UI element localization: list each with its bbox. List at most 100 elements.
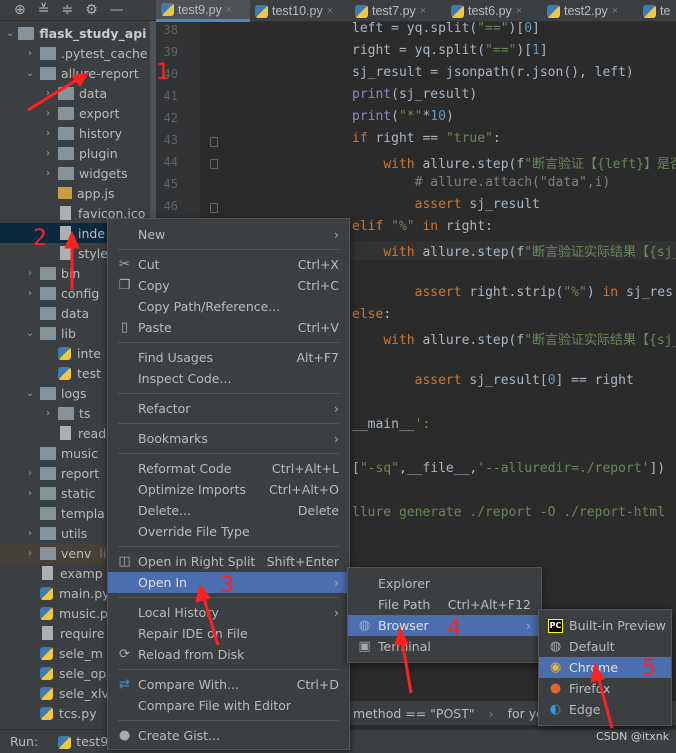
chevron-right-icon[interactable]: › (42, 148, 54, 159)
tree-item[interactable]: app.js (0, 183, 150, 203)
gear-icon[interactable]: ⚙ (85, 2, 98, 18)
chevron-right-icon[interactable]: › (42, 128, 54, 139)
menu-item-copy[interactable]: ❐ Copy Ctrl+C (108, 275, 349, 296)
chevron-right-icon[interactable]: › (24, 528, 36, 539)
menu-item-label: Delete... (138, 503, 191, 518)
menu-item-shortcut: Ctrl+Alt+O (269, 482, 339, 497)
folder-icon (58, 166, 74, 180)
line-number: 38 (163, 23, 178, 37)
menu-item-browser[interactable]: ◍ Browser › (348, 615, 541, 636)
chevron-right-icon[interactable]: › (24, 288, 36, 299)
chevron-down-icon[interactable]: ⌄ (24, 68, 36, 79)
menu-item-compare-with[interactable]: ⇄ Compare With... Ctrl+D (108, 674, 349, 695)
menu-item-built-in-preview[interactable]: PC Built-in Preview (539, 615, 671, 636)
menu-item-shortcut: Ctrl+D (296, 677, 339, 692)
tree-item-label: logs (61, 385, 87, 401)
menu-separator (118, 342, 339, 343)
chevron-right-icon[interactable]: › (24, 268, 36, 279)
chevron-right-icon[interactable]: › (24, 468, 36, 479)
menu-item-file-path[interactable]: File Path Ctrl+Alt+F12 (348, 594, 541, 615)
menu-item-copy-path-reference[interactable]: Copy Path/Reference... (108, 296, 349, 317)
menu-item-open-in-right-split[interactable]: ◫ Open in Right Split Shift+Enter (108, 551, 349, 572)
folder-icon (58, 106, 74, 120)
run-tab[interactable]: test9 (58, 734, 108, 749)
menu-item-delete[interactable]: Delete... Delete (108, 500, 349, 521)
menu-item-find-usages[interactable]: Find Usages Alt+F7 (108, 347, 349, 368)
chevron-right-icon[interactable]: › (24, 48, 36, 59)
menu-item-refactor[interactable]: Refactor › (108, 398, 349, 419)
menu-item-reformat-code[interactable]: Reformat Code Ctrl+Alt+L (108, 458, 349, 479)
chevron-down-icon[interactable]: ⌄ (24, 388, 36, 399)
folder-icon (40, 466, 56, 480)
menu-item-paste[interactable]: ▯ Paste Ctrl+V (108, 317, 349, 338)
tree-item[interactable]: ⌄flask_study_apiD: (0, 23, 150, 43)
menu-item-inspect-code[interactable]: Inspect Code... (108, 368, 349, 389)
chevron-down-icon[interactable]: ⌄ (24, 328, 36, 339)
collapse-all-icon[interactable]: ≑ (61, 2, 73, 18)
tree-item-label: static (61, 485, 96, 501)
tree-item[interactable]: › plugin (0, 143, 150, 163)
code-line: assert right.strip("%") in sj_res (414, 285, 673, 300)
menu-item-shortcut: Delete (297, 503, 339, 518)
python-file-icon (161, 3, 174, 16)
chevron-down-icon[interactable]: ⌄ (6, 28, 14, 39)
tab-test7-py[interactable]: test7.py × (350, 0, 446, 22)
chevron-right-icon[interactable]: › (42, 408, 54, 419)
tab-test10-py[interactable]: test10.py × (250, 0, 350, 22)
tree-item-label: examp (60, 565, 103, 581)
python-file-icon (40, 706, 53, 720)
tree-item[interactable]: › history (0, 123, 150, 143)
menu-item-terminal[interactable]: ▣ Terminal (348, 636, 541, 657)
chevron-right-icon[interactable]: › (42, 168, 54, 179)
menu-item-new[interactable]: New › (108, 224, 349, 245)
tree-item[interactable]: ⌄ allure-report (0, 63, 150, 83)
tab-test9-py[interactable]: test9.py × (156, 0, 250, 22)
tree-item[interactable]: › export (0, 103, 150, 123)
menu-item-override-file-type[interactable]: Override File Type (108, 521, 349, 542)
close-icon[interactable]: × (420, 5, 426, 17)
menu-item-create-gist[interactable]: ● Create Gist... (108, 725, 349, 746)
menu-item-compare-file-with-editor[interactable]: Compare File with Editor (108, 695, 349, 716)
split-icon: ◫ (118, 554, 131, 569)
close-icon[interactable]: × (516, 5, 522, 17)
tree-item[interactable]: › widgets (0, 163, 150, 183)
menu-item-optimize-imports[interactable]: Optimize Imports Ctrl+Alt+O (108, 479, 349, 500)
chevron-right-icon[interactable]: › (42, 88, 54, 99)
minimize-icon[interactable]: — (110, 2, 124, 18)
menu-item-reload-from-disk[interactable]: ⟳ Reload from Disk (108, 644, 349, 665)
tree-item-label: ts (79, 405, 91, 421)
python-file-icon (643, 4, 656, 18)
tab-test6-py[interactable]: test6.py × (446, 0, 542, 22)
close-icon[interactable]: × (612, 5, 618, 17)
tab-te[interactable]: te (638, 0, 676, 22)
python-file-icon (58, 346, 71, 360)
menu-item-default[interactable]: ◍ Default (539, 636, 671, 657)
tree-item[interactable]: › data (0, 83, 150, 103)
folder-icon (40, 546, 56, 560)
menu-item-explorer[interactable]: Explorer (348, 573, 541, 594)
tab-test2-py[interactable]: test2.py × (542, 0, 638, 22)
code-line: # allure.attach("data",i) (414, 175, 611, 190)
menu-item-shortcut: Alt+F7 (296, 350, 339, 365)
menu-item-cut[interactable]: ✂ Cut Ctrl+X (108, 254, 349, 275)
breadcrumb-item[interactable]: method == "POST" (353, 706, 475, 721)
tree-item[interactable]: › .pytest_cache (0, 43, 150, 63)
menu-item-bookmarks[interactable]: Bookmarks › (108, 428, 349, 449)
menu-item-firefox[interactable]: ● Firefox (539, 678, 671, 699)
chevron-right-icon[interactable]: › (24, 548, 36, 559)
menu-item-edge[interactable]: ◐ Edge (539, 699, 671, 720)
locate-icon[interactable]: ⊕ (14, 2, 26, 18)
chevron-right-icon[interactable]: › (42, 108, 54, 119)
expand-all-icon[interactable]: ≚ (38, 2, 50, 18)
close-icon[interactable]: × (226, 4, 232, 16)
chevron-right-icon[interactable]: › (24, 488, 36, 499)
run-config-label: test9 (76, 734, 109, 749)
watermark: CSDN @itxnk (596, 730, 670, 743)
run-label: Run: (10, 734, 39, 749)
folder-icon (40, 266, 56, 280)
menu-item-local-history[interactable]: Local History › (108, 602, 349, 623)
close-icon[interactable]: × (327, 5, 333, 17)
menu-item-repair-ide-on-file[interactable]: Repair IDE on File (108, 623, 349, 644)
tab-label: test10.py (272, 4, 323, 18)
python-file-icon (355, 4, 368, 18)
